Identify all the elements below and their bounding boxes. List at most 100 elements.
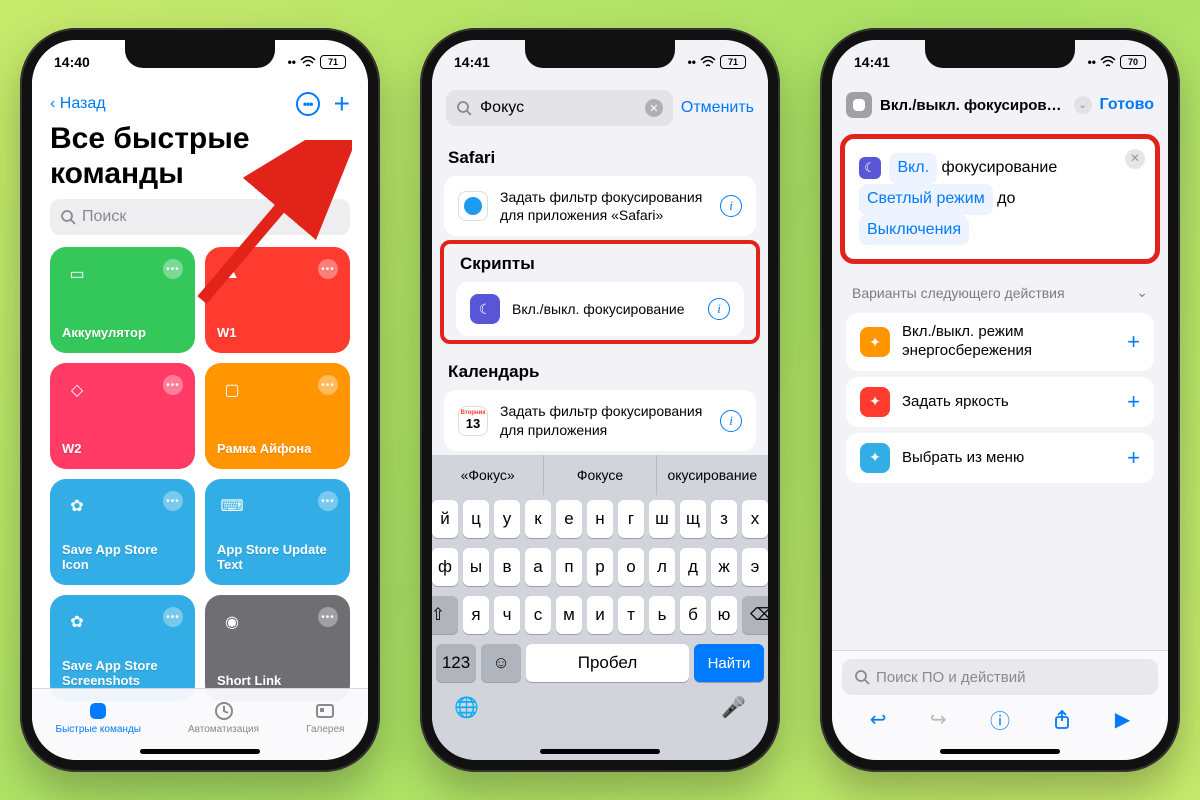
key[interactable]: ш — [649, 500, 675, 538]
shortcut-tile[interactable]: ▲•••W1 — [205, 247, 350, 353]
shortcut-tile[interactable]: ▢•••Рамка Айфона — [205, 363, 350, 469]
key[interactable]: п — [556, 548, 582, 586]
key[interactable]: г — [618, 500, 644, 538]
row-label: Задать фильтр фокусирования для приложен… — [500, 188, 708, 224]
key[interactable]: с — [525, 596, 551, 634]
shortcut-tile[interactable]: ◇•••W2 — [50, 363, 195, 469]
info-icon[interactable]: i — [720, 410, 742, 432]
shortcut-title[interactable]: Вкл./выкл. фокусирован… — [880, 97, 1066, 114]
key[interactable]: м — [556, 596, 582, 634]
add-button[interactable]: + — [334, 90, 350, 118]
tile-more-icon[interactable]: ••• — [318, 375, 338, 395]
shortcut-icon[interactable] — [846, 92, 872, 118]
key[interactable]: д — [680, 548, 706, 586]
key[interactable]: х — [742, 500, 768, 538]
info-icon[interactable]: i — [720, 195, 742, 217]
key[interactable]: к — [525, 500, 551, 538]
add-icon[interactable]: + — [1127, 329, 1140, 355]
key[interactable]: а — [525, 548, 551, 586]
play-icon[interactable]: ▶ — [1115, 707, 1130, 732]
action-search-input[interactable]: Поиск ПО и действий — [842, 659, 1158, 695]
tab-automation[interactable]: Автоматизация — [188, 700, 259, 735]
more-button[interactable]: ••• — [296, 92, 320, 116]
key[interactable]: ц — [463, 500, 489, 538]
key[interactable]: в — [494, 548, 520, 586]
delete-action-icon[interactable]: ✕ — [1125, 149, 1145, 169]
tab-gallery[interactable]: Галерея — [306, 700, 344, 735]
tile-more-icon[interactable]: ••• — [318, 259, 338, 279]
add-icon[interactable]: + — [1127, 445, 1140, 471]
key-backspace[interactable]: ⌫ — [742, 596, 768, 634]
key[interactable]: э — [742, 548, 768, 586]
key-find[interactable]: Найти — [694, 644, 764, 682]
clear-icon[interactable]: ✕ — [645, 99, 663, 117]
shortcut-tile[interactable]: ◉•••Short Link — [205, 595, 350, 701]
key[interactable]: е — [556, 500, 582, 538]
safari-action-row[interactable]: Задать фильтр фокусирования для приложен… — [444, 176, 756, 236]
info-icon[interactable]: i — [708, 298, 730, 320]
suggestion[interactable]: Фокусе — [544, 455, 656, 495]
tile-more-icon[interactable]: ••• — [163, 491, 183, 511]
key[interactable]: т — [618, 596, 644, 634]
key[interactable]: ф — [432, 548, 458, 586]
key[interactable]: о — [618, 548, 644, 586]
undo-icon[interactable]: ↩ — [870, 707, 887, 732]
param-light[interactable]: Светлый режим — [859, 184, 993, 215]
key-shift[interactable]: ⇧ — [432, 596, 458, 634]
suggestion[interactable]: «Фокус» — [432, 455, 544, 495]
cancel-button[interactable]: Отменить — [681, 99, 754, 117]
tile-more-icon[interactable]: ••• — [163, 607, 183, 627]
key[interactable]: з — [711, 500, 737, 538]
globe-icon[interactable]: 🌐 — [454, 695, 479, 720]
tab-shortcuts[interactable]: Быстрые команды — [56, 700, 141, 735]
shortcut-tile[interactable]: ✿•••Save App Store Icon — [50, 479, 195, 585]
key[interactable]: и — [587, 596, 613, 634]
tile-more-icon[interactable]: ••• — [318, 491, 338, 511]
mic-icon[interactable]: 🎤 — [721, 695, 746, 720]
done-button[interactable]: Готово — [1100, 96, 1154, 114]
next-actions-header[interactable]: Варианты следующего действия ⌄ — [832, 272, 1168, 307]
keyboard-toolbar: 🌐 🎤 — [432, 687, 768, 720]
tile-more-icon[interactable]: ••• — [163, 375, 183, 395]
key[interactable]: ь — [649, 596, 675, 634]
shortcut-tile[interactable]: ✿•••Save App Store Screenshots — [50, 595, 195, 701]
key[interactable]: ю — [711, 596, 737, 634]
key[interactable]: щ — [680, 500, 706, 538]
key[interactable]: у — [494, 500, 520, 538]
status-time: 14:41 — [454, 54, 490, 70]
suggestion[interactable]: окусирование — [657, 455, 768, 495]
key-emoji[interactable]: ☺ — [481, 644, 521, 682]
key[interactable]: б — [680, 596, 706, 634]
info-icon[interactable]: ⓘ — [990, 705, 1010, 734]
search-input[interactable]: Фокус ✕ — [446, 90, 673, 126]
key[interactable]: л — [649, 548, 675, 586]
calendar-action-row[interactable]: Вторник13 Задать фильтр фокусирования дл… — [444, 390, 756, 450]
action-card-highlighted[interactable]: ☾ Вкл. фокусирование Светлый режим до Вы… — [840, 134, 1160, 264]
tile-more-icon[interactable]: ••• — [163, 259, 183, 279]
tile-more-icon[interactable]: ••• — [318, 607, 338, 627]
key[interactable]: й — [432, 500, 458, 538]
suggestion-row[interactable]: ✦Вкл./выкл. режим энергосбережения+ — [846, 313, 1154, 371]
shortcut-tile[interactable]: ▭•••Аккумулятор — [50, 247, 195, 353]
automation-icon — [213, 700, 235, 722]
key-space[interactable]: Пробел — [526, 644, 689, 682]
back-button[interactable]: ‹ Назад — [50, 95, 106, 113]
key[interactable]: ч — [494, 596, 520, 634]
share-icon[interactable] — [1053, 710, 1071, 730]
param-off[interactable]: Выключения — [859, 215, 969, 246]
key-123[interactable]: 123 — [436, 644, 476, 682]
key[interactable]: р — [587, 548, 613, 586]
shortcut-tile[interactable]: ⌨•••App Store Update Text — [205, 479, 350, 585]
search-input[interactable]: Поиск — [50, 199, 350, 235]
key[interactable]: ж — [711, 548, 737, 586]
suggestion-row[interactable]: ✦Задать яркость+ — [846, 377, 1154, 427]
add-icon[interactable]: + — [1127, 389, 1140, 415]
key[interactable]: ы — [463, 548, 489, 586]
suggestion-row[interactable]: ✦Выбрать из меню+ — [846, 433, 1154, 483]
nav-bar: ‹ Назад ••• + — [32, 84, 368, 122]
param-on[interactable]: Вкл. — [889, 153, 937, 184]
focus-toggle-row[interactable]: ☾ Вкл./выкл. фокусирование i — [456, 282, 744, 336]
chevron-down-icon[interactable]: ⌄ — [1074, 96, 1092, 114]
key[interactable]: н — [587, 500, 613, 538]
key[interactable]: я — [463, 596, 489, 634]
